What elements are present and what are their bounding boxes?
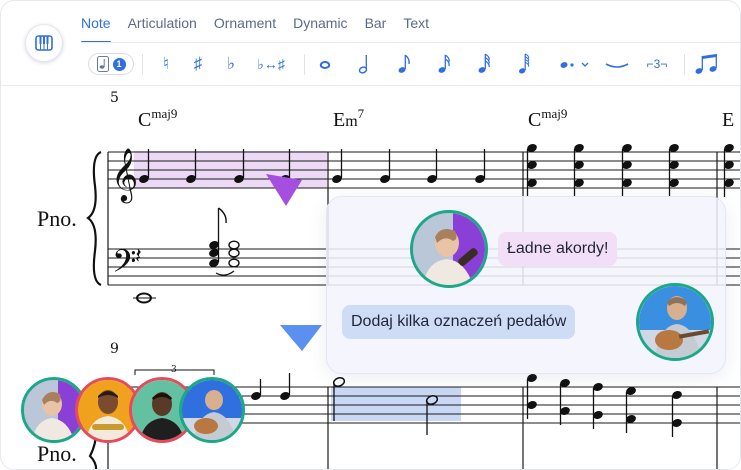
chord-symbol[interactable]: Cmaj9 (528, 106, 567, 132)
chord-symbol[interactable]: Cmaj9 (138, 106, 177, 132)
toolbar-separator (142, 54, 143, 75)
voice-note-icon (96, 56, 109, 72)
quarter-rest-icon: 𝄽 (135, 244, 142, 269)
treble-clef-icon: 𝄞 (111, 147, 138, 203)
tuplet-icon: ⌐3¬ (646, 57, 668, 71)
flat-button[interactable]: ♭ (224, 53, 238, 75)
commenter-avatar[interactable] (410, 210, 488, 288)
avatar-photo (182, 380, 242, 440)
sixteenth-note-icon[interactable] (476, 53, 492, 75)
comment-message: Ładne akordy! (498, 232, 618, 266)
natural-button[interactable]: ♮ (159, 53, 173, 75)
staff-brace (86, 150, 102, 287)
sharp-button[interactable]: ♯ (191, 53, 205, 75)
avatar-photo (639, 286, 711, 358)
app-window: Note Articulation Ornament Dynamic Bar T… (0, 0, 741, 470)
voice-button[interactable]: 1 (88, 53, 134, 75)
eighth-note-icon[interactable] (436, 53, 452, 75)
collaborator-avatar[interactable] (179, 377, 245, 443)
instrument-label: Pno. (37, 206, 77, 231)
bass-clef-icon: 𝄢 (112, 243, 136, 287)
tab-dynamic[interactable]: Dynamic (293, 1, 347, 43)
whole-note-icon[interactable] (317, 53, 333, 75)
tab-note[interactable]: Note (81, 1, 111, 43)
comment-message: Dodaj kilka oznaczeń pedałów (342, 305, 576, 339)
beamed-notes-icon[interactable] (693, 53, 723, 75)
note-toolbar: 1 ♮ ♯ ♭ ♭↔♯ ⌐3¬ (81, 43, 740, 85)
collaborator-cursor-blue (280, 325, 322, 351)
avatar-photo (413, 213, 485, 285)
flat-icon: ♭ (226, 54, 236, 73)
voice-badge: 1 (112, 57, 126, 71)
tab-articulation[interactable]: Articulation (128, 1, 197, 43)
enharmonic-icon: ♭↔♯ (257, 55, 285, 72)
palette-tabs: Note Articulation Ornament Dynamic Bar T… (81, 1, 446, 43)
toolbar-separator (304, 54, 305, 75)
tab-ornament[interactable]: Ornament (214, 1, 276, 43)
tab-bar[interactable]: Bar (365, 1, 387, 43)
collaborator-cursor-purple (266, 174, 302, 206)
measure-number: 5 (110, 90, 119, 106)
piano-keys-icon (35, 35, 53, 51)
chord-symbol[interactable]: Em7 (333, 106, 364, 132)
measure-5-bass-chord (209, 207, 240, 276)
quarter-note-icon[interactable] (396, 53, 412, 75)
tuplet-button[interactable]: ⌐3¬ (639, 53, 675, 75)
piano-keys-button[interactable] (25, 24, 63, 62)
tab-text[interactable]: Text (403, 1, 429, 43)
enharmonic-button[interactable]: ♭↔♯ (252, 53, 290, 75)
half-note-icon[interactable] (357, 53, 371, 75)
dot-icon (560, 62, 589, 68)
dot-dropdown[interactable] (556, 53, 592, 75)
instrument-label: Pno. (37, 441, 77, 466)
measure-number: 9 (110, 341, 119, 357)
tuplet-number: 3 (171, 365, 177, 375)
chord-symbol[interactable]: E (722, 109, 734, 132)
tie-icon[interactable] (603, 53, 631, 75)
commenter-avatar[interactable] (636, 283, 714, 361)
thirty-second-note-icon[interactable] (516, 53, 532, 75)
natural-icon: ♮ (162, 54, 170, 73)
selection-blue (331, 387, 461, 421)
sharp-icon: ♯ (193, 54, 203, 73)
bass-ledger-whole-note (133, 292, 156, 304)
toolbar-separator (684, 54, 685, 75)
collaborators-row (21, 377, 251, 443)
